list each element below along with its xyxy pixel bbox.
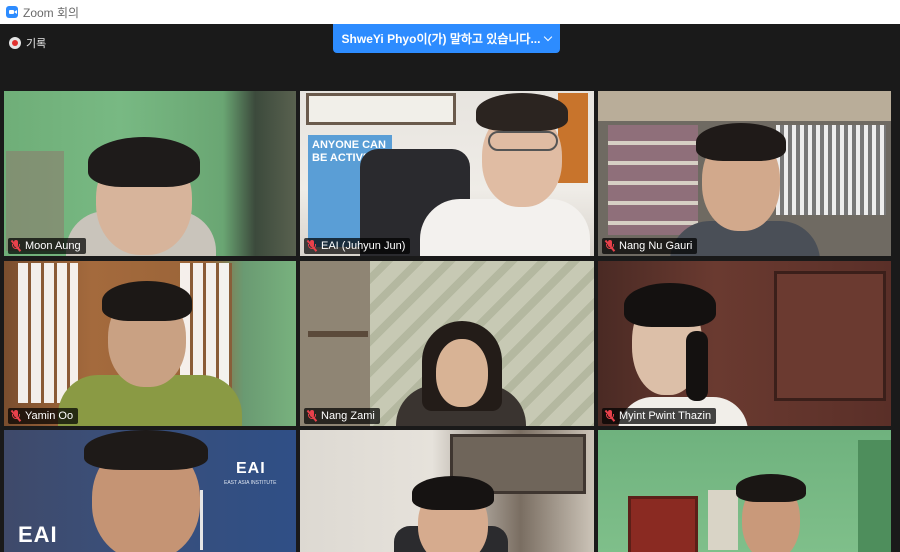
video-tile-participant-7[interactable]: EAI EAI EAST ASIA INSTITUTE <box>4 430 296 552</box>
zoom-app-icon <box>6 6 18 18</box>
participant-name: EAI (Juhyun Jun) <box>321 240 406 252</box>
video-tile-nang-zami[interactable]: Nang Zami <box>300 261 594 426</box>
participant-name-tag: EAI (Juhyun Jun) <box>304 238 411 254</box>
participant-name-tag: Myint Pwint Thazin <box>602 408 717 424</box>
video-tile-eai-juhyun-jun[interactable]: ANYONE CAN BE ACTIVE EAI (Juhyun Jun) <box>300 91 594 256</box>
shelf <box>6 151 64 251</box>
mic-muted-icon <box>604 410 615 422</box>
meeting-view: 기록 ShweYi Phyo이(가) 말하고 있습니다... Moon Aung… <box>0 24 900 552</box>
wooden-door <box>774 271 886 401</box>
mic-muted-icon <box>10 410 21 422</box>
active-speaker-text: ShweYi Phyo이(가) 말하고 있습니다... <box>341 32 541 46</box>
participant-name: Nang Nu Gauri <box>619 240 693 252</box>
recording-label: 기록 <box>26 38 47 50</box>
participant-name-tag: Yamin Oo <box>8 408 79 424</box>
participant-name: Yamin Oo <box>25 410 74 422</box>
cloth-shelf <box>608 125 698 235</box>
window-titlebar: Zoom 회의 <box>0 0 900 24</box>
person-hair <box>696 123 786 161</box>
participant-name-tag: Moon Aung <box>8 238 86 254</box>
hair-tail <box>686 331 708 401</box>
cabinet <box>776 125 886 215</box>
video-tile-yamin-oo[interactable]: Yamin Oo <box>4 261 296 426</box>
participant-name: Myint Pwint Thazin <box>619 410 712 422</box>
window-grille-left <box>18 263 78 403</box>
mic-muted-icon <box>306 240 317 252</box>
shelf-side <box>300 261 370 426</box>
wall-fixture <box>708 490 738 550</box>
window-title: Zoom 회의 <box>23 5 80 20</box>
person-hair <box>624 283 716 327</box>
person-hair <box>102 281 192 321</box>
person-hair <box>88 137 200 187</box>
recording-icon <box>9 37 21 49</box>
person-hair <box>412 476 494 510</box>
earphone-cable <box>200 490 203 550</box>
mic-muted-icon <box>10 240 21 252</box>
glasses <box>488 131 558 151</box>
video-tile-myint-pwint-thazin[interactable]: Myint Pwint Thazin <box>598 261 891 426</box>
video-tile-participant-9[interactable] <box>598 430 891 552</box>
participant-name-tag: Nang Zami <box>304 408 380 424</box>
recording-indicator[interactable]: 기록 <box>9 35 46 51</box>
person-face <box>436 339 488 407</box>
participant-name: Nang Zami <box>321 410 375 422</box>
video-tile-nang-nu-gauri[interactable]: Nang Nu Gauri <box>598 91 891 256</box>
wall-frame <box>306 93 456 125</box>
person-hair <box>476 93 568 131</box>
eai-logo-right: EAI <box>236 460 266 477</box>
active-speaker-banner[interactable]: ShweYi Phyo이(가) 말하고 있습니다... <box>333 24 560 53</box>
shelf-board <box>308 331 368 337</box>
person-hair <box>736 474 806 502</box>
mic-muted-icon <box>306 410 317 422</box>
participant-name-tag: Nang Nu Gauri <box>602 238 698 254</box>
person-hair <box>84 430 208 470</box>
eai-logo-subtitle: EAST ASIA INSTITUTE <box>224 480 277 486</box>
red-door <box>628 496 698 552</box>
wall-column <box>858 440 891 552</box>
chevron-down-icon <box>544 32 553 42</box>
video-tile-moon-aung[interactable]: Moon Aung <box>4 91 296 256</box>
eai-logo-left: EAI <box>18 522 58 547</box>
video-tile-participant-8[interactable] <box>300 430 594 552</box>
person-torso <box>420 199 590 256</box>
mic-muted-icon <box>604 240 615 252</box>
participant-name: Moon Aung <box>25 240 81 252</box>
top-shelf <box>598 91 891 121</box>
